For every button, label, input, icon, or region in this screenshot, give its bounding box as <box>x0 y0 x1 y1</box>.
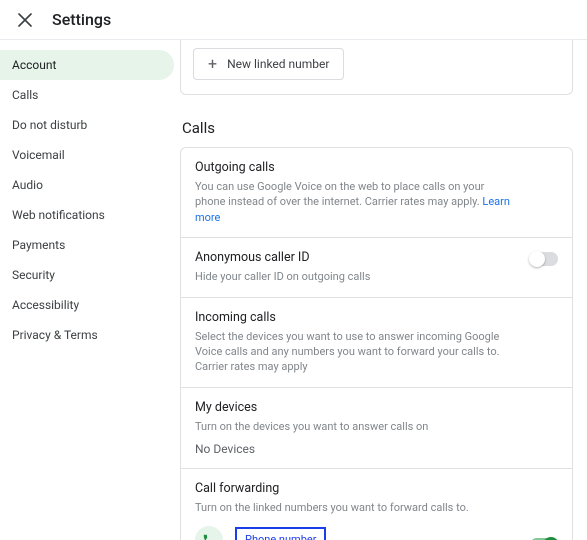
close-icon[interactable] <box>16 11 34 29</box>
sidebar-item-audio[interactable]: Audio <box>0 170 174 200</box>
new-linked-number-button[interactable]: + New linked number <box>193 48 344 80</box>
anon-desc: Hide your caller ID on outgoing calls <box>195 269 515 284</box>
sidebar-item-dnd[interactable]: Do not disturb <box>0 110 174 140</box>
calls-heading: Calls <box>182 119 573 137</box>
sidebar-item-voicemail[interactable]: Voicemail <box>0 140 174 170</box>
linked-number-section: + New linked number <box>180 40 573 95</box>
new-linked-label: New linked number <box>227 57 329 71</box>
devices-value: No Devices <box>195 442 558 456</box>
sidebar-item-calls[interactable]: Calls <box>0 80 174 110</box>
sidebar-item-accessibility[interactable]: Accessibility <box>0 290 174 320</box>
sidebar-item-privacy[interactable]: Privacy & Terms <box>0 320 174 350</box>
header: Settings <box>0 0 587 40</box>
forwarding-desc: Turn on the linked numbers you want to f… <box>195 500 515 515</box>
sidebar-item-account[interactable]: Account <box>0 50 174 80</box>
anon-toggle[interactable] <box>530 252 558 266</box>
sidebar-item-webnotify[interactable]: Web notifications <box>0 200 174 230</box>
sidebar: Account Calls Do not disturb Voicemail A… <box>0 40 180 540</box>
anon-caller-block: Anonymous caller ID Hide your caller ID … <box>181 237 572 296</box>
incoming-title: Incoming calls <box>195 310 558 325</box>
phone-number-input[interactable]: Phone number <box>235 527 326 540</box>
phone-icon <box>195 526 223 540</box>
anon-title: Anonymous caller ID <box>195 250 558 265</box>
incoming-calls-block: Incoming calls Select the devices you wa… <box>181 297 572 387</box>
my-devices-block: My devices Turn on the devices you want … <box>181 387 572 468</box>
main-content: + New linked number Calls Outgoing calls… <box>180 40 587 540</box>
sidebar-item-payments[interactable]: Payments <box>0 230 174 260</box>
devices-title: My devices <box>195 400 558 415</box>
outgoing-title: Outgoing calls <box>195 160 558 175</box>
forwarding-title: Call forwarding <box>195 481 558 496</box>
devices-desc: Turn on the devices you want to answer c… <box>195 419 515 434</box>
call-forwarding-block: Call forwarding Turn on the linked numbe… <box>181 468 572 540</box>
plus-icon: + <box>208 56 217 72</box>
page-title: Settings <box>52 10 111 29</box>
sidebar-item-security[interactable]: Security <box>0 260 174 290</box>
calls-card: Outgoing calls You can use Google Voice … <box>180 147 573 540</box>
outgoing-desc: You can use Google Voice on the web to p… <box>195 179 515 225</box>
outgoing-calls-block: Outgoing calls You can use Google Voice … <box>181 148 572 237</box>
incoming-desc: Select the devices you want to use to an… <box>195 329 515 375</box>
